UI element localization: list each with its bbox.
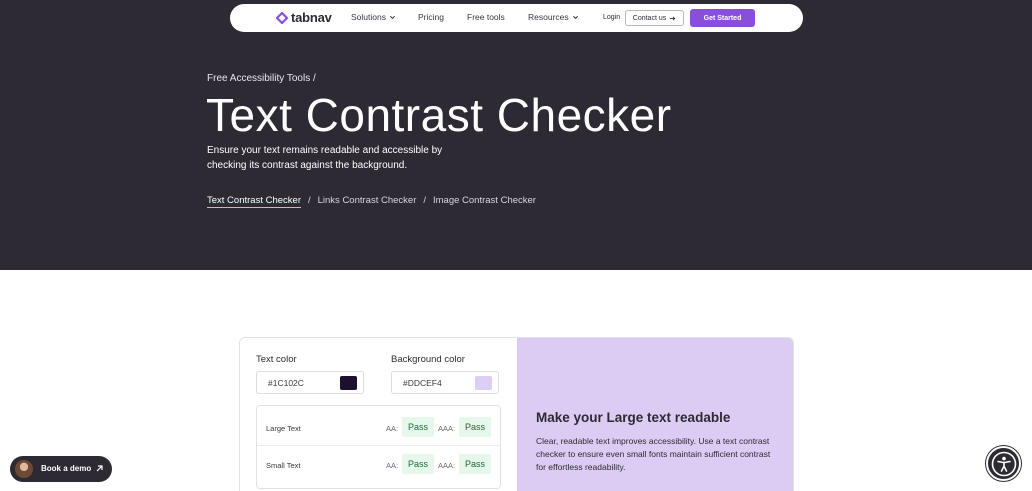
contact-us-label: Contact us	[632, 14, 667, 22]
tabnav-logo-icon	[276, 11, 288, 24]
result-label: Small Text	[266, 461, 301, 470]
tab-links-contrast-checker[interactable]: Links Contrast Checker	[318, 195, 417, 208]
hero-section: tabnav Solutions Pricing Free tools Reso…	[0, 0, 1032, 270]
preview-title: Make your Large text readable	[536, 410, 731, 425]
accessibility-icon	[991, 451, 1016, 476]
top-navbar: tabnav Solutions Pricing Free tools Reso…	[230, 4, 803, 32]
aa-label: AA:	[386, 461, 399, 470]
book-demo-label: Book a demo	[41, 464, 92, 473]
nav-pricing[interactable]: Pricing	[418, 12, 444, 22]
brand-name: tabnav	[291, 10, 332, 25]
contact-us-button[interactable]: Contact us	[625, 10, 684, 26]
contrast-checker-card: Text color #1C102C Background color #DDC…	[239, 337, 794, 491]
tool-tabs: Text Contrast Checker / Links Contrast C…	[207, 195, 536, 208]
tab-separator: /	[307, 195, 311, 206]
nav-solutions-label: Solutions	[351, 12, 386, 22]
nav-resources-label: Resources	[528, 12, 569, 22]
arrow-up-right-icon	[96, 465, 103, 472]
checker-panel: Text color #1C102C Background color #DDC…	[240, 338, 517, 491]
aa-pass-badge: Pass	[402, 417, 434, 437]
brand-logo[interactable]: tabnav	[276, 10, 332, 25]
book-demo-button[interactable]: Book a demo	[10, 456, 112, 482]
text-color-value: #1C102C	[268, 377, 304, 388]
background-color-input[interactable]: #DDCEF4	[391, 371, 499, 394]
result-row-small-text: Small Text AA: Pass AAA: Pass	[257, 447, 500, 483]
aa-label: AA:	[386, 424, 399, 433]
result-label: Large Text	[266, 424, 301, 433]
tab-separator: /	[423, 195, 426, 206]
nav-solutions[interactable]: Solutions	[351, 12, 396, 22]
arrow-right-icon	[670, 15, 676, 21]
tab-text-contrast-checker[interactable]: Text Contrast Checker	[207, 195, 301, 208]
aaa-pass-badge: Pass	[459, 454, 491, 474]
avatar	[15, 460, 33, 478]
aaa-pass-badge: Pass	[459, 417, 491, 437]
get-started-button[interactable]: Get Started	[690, 9, 755, 27]
nav-free-tools[interactable]: Free tools	[467, 12, 505, 22]
nav-pricing-label: Pricing	[418, 12, 444, 22]
text-color-swatch[interactable]	[340, 376, 357, 390]
preview-panel: Make your Large text readable Clear, rea…	[517, 338, 793, 491]
text-color-input[interactable]: #1C102C	[256, 371, 364, 394]
page-description: Ensure your text remains readable and ac…	[207, 145, 443, 171]
aaa-label: AAA:	[438, 424, 456, 433]
preview-text: Clear, readable text improves accessibil…	[536, 436, 771, 472]
breadcrumb[interactable]: Free Accessibility Tools /	[207, 73, 316, 84]
background-color-value: #DDCEF4	[403, 377, 442, 388]
nav-resources[interactable]: Resources	[528, 12, 579, 22]
aa-pass-badge: Pass	[402, 454, 434, 474]
page-title: Text Contrast Checker	[206, 89, 672, 141]
tab-image-contrast-checker[interactable]: Image Contrast Checker	[433, 195, 536, 208]
text-color-label: Text color	[256, 354, 297, 365]
aaa-label: AAA:	[438, 461, 456, 470]
nav-free-tools-label: Free tools	[467, 12, 505, 22]
chevron-down-icon	[389, 15, 396, 19]
background-color-label: Background color	[391, 354, 465, 365]
accessibility-widget-button[interactable]	[986, 446, 1021, 481]
login-link[interactable]: Login	[603, 14, 620, 21]
chevron-down-icon	[572, 15, 578, 19]
contrast-results: Large Text AA: Pass AAA: Pass Small Text…	[256, 405, 501, 489]
background-color-swatch[interactable]	[475, 376, 492, 390]
result-row-large-text: Large Text AA: Pass AAA: Pass	[257, 410, 500, 446]
